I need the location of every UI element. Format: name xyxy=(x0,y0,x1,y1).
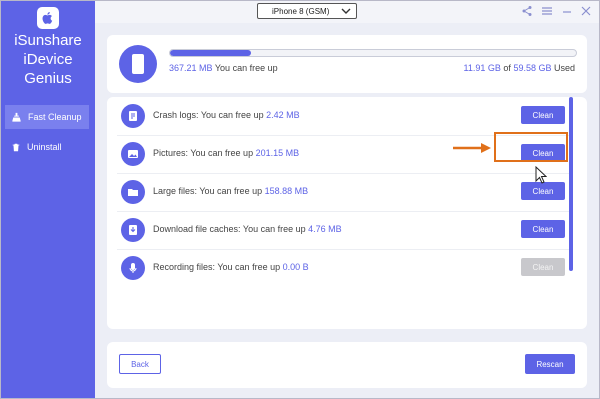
item-text: Download file caches: You can free up 4.… xyxy=(153,224,342,234)
clean-button-large-files[interactable]: Clean xyxy=(521,182,565,200)
total-amount: 59.58 GB xyxy=(513,63,552,73)
annotation-highlight-box xyxy=(494,132,568,162)
clean-button-recording-files[interactable]: Clean xyxy=(521,258,565,276)
device-name: iPhone 8 (GSM) xyxy=(272,6,330,16)
item-amount: 158.88 MB xyxy=(264,186,309,196)
chevron-down-icon xyxy=(341,8,351,14)
download-icon xyxy=(121,218,145,242)
annotation-arrow-icon xyxy=(453,143,491,153)
list-scrollbar[interactable] xyxy=(569,97,573,271)
rescan-button[interactable]: Rescan xyxy=(525,354,575,374)
phone-icon xyxy=(119,45,157,83)
broom-icon xyxy=(12,112,21,122)
item-label: Recording files: You can free up xyxy=(153,262,281,272)
microphone-icon xyxy=(121,256,145,280)
item-label: Crash logs: You can free up xyxy=(153,110,264,120)
item-amount: 0.00 B xyxy=(282,262,309,272)
apple-icon xyxy=(37,7,59,29)
list-item-large-files: Large files: You can free up 158.88 MB C… xyxy=(117,173,571,212)
sidebar-item-label: Fast Cleanup xyxy=(28,112,82,122)
sidebar-item-uninstall[interactable]: Uninstall xyxy=(5,135,89,159)
item-label: Download file caches: You can free up xyxy=(153,224,306,234)
picture-icon xyxy=(121,142,145,166)
storage-summary: 11.91 GB of 59.58 GB Used xyxy=(464,63,575,73)
mouse-cursor-icon xyxy=(535,166,547,184)
item-amount: 4.76 MB xyxy=(308,224,342,234)
used-word: Used xyxy=(553,63,575,73)
share-icon[interactable] xyxy=(521,5,533,17)
item-text: Recording files: You can free up 0.00 B xyxy=(153,262,309,272)
list-item-recording-files: Recording files: You can free up 0.00 B … xyxy=(117,249,571,287)
sidebar-item-label: Uninstall xyxy=(27,142,62,152)
item-label: Pictures: You can free up xyxy=(153,148,254,158)
storage-card: 367.21 MB You can free up 11.91 GB of 59… xyxy=(107,35,587,93)
item-amount: 2.42 MB xyxy=(266,110,300,120)
sidebar-item-fast-cleanup[interactable]: Fast Cleanup xyxy=(5,105,89,129)
list-item-download-caches: Download file caches: You can free up 4.… xyxy=(117,211,571,250)
close-icon[interactable] xyxy=(580,5,592,17)
folder-icon xyxy=(121,180,145,204)
storage-progress-fill xyxy=(170,50,252,56)
free-suffix: You can free up xyxy=(214,63,278,73)
sidebar: iSunshare iDevice Genius Fast Cleanup Un… xyxy=(1,1,95,398)
item-label: Large files: You can free up xyxy=(153,186,263,196)
title-bar: iPhone 8 (GSM) xyxy=(95,1,599,23)
app-name-line-1: iSunshare xyxy=(14,32,82,49)
device-dropdown[interactable]: iPhone 8 (GSM) xyxy=(257,3,357,19)
item-text: Crash logs: You can free up 2.42 MB xyxy=(153,110,300,120)
footer-bar: Back Rescan xyxy=(107,342,587,388)
free-amount: 367.21 MB xyxy=(169,63,213,73)
item-text: Large files: You can free up 158.88 MB xyxy=(153,186,308,196)
app-window: iSunshare iDevice Genius Fast Cleanup Un… xyxy=(0,0,600,399)
crash-log-icon xyxy=(121,104,145,128)
of-word: of xyxy=(503,63,511,73)
menu-icon[interactable] xyxy=(541,5,553,17)
clean-button-download-caches[interactable]: Clean xyxy=(521,220,565,238)
back-button[interactable]: Back xyxy=(119,354,161,374)
app-name-line-3: Genius xyxy=(24,70,72,87)
clean-button-crash-logs[interactable]: Clean xyxy=(521,106,565,124)
item-amount: 201.15 MB xyxy=(255,148,300,158)
storage-progress-bar xyxy=(169,49,577,57)
used-amount: 11.91 GB xyxy=(463,63,501,73)
minimize-icon[interactable] xyxy=(561,5,573,17)
app-name-line-2: iDevice xyxy=(23,51,73,68)
free-summary: 367.21 MB You can free up xyxy=(169,63,278,73)
item-text: Pictures: You can free up 201.15 MB xyxy=(153,148,299,158)
list-item-crash-logs: Crash logs: You can free up 2.42 MB Clea… xyxy=(117,97,571,136)
trash-icon xyxy=(12,143,20,151)
app-name: iSunshare iDevice Genius xyxy=(1,31,95,88)
